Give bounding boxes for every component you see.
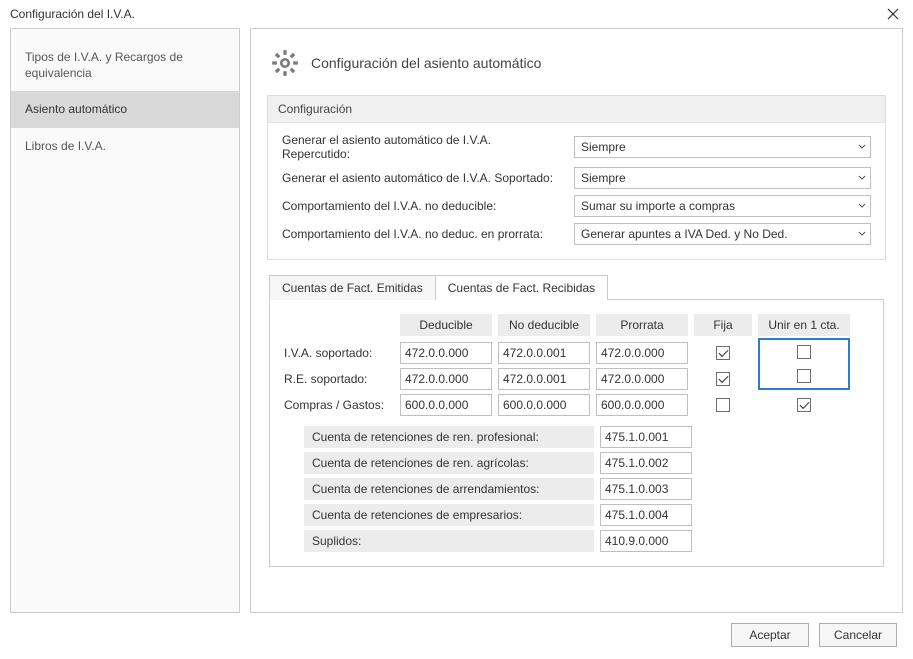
cfg-select-repercutido[interactable]: Siempre	[574, 136, 871, 158]
tab-label: Cuentas de Fact. Emitidas	[282, 281, 423, 295]
col-header-prorrata: Prorrata	[596, 314, 688, 336]
close-icon	[887, 8, 899, 20]
input-ret-agricolas[interactable]: 475.1.0.002	[600, 452, 692, 474]
input-compras-pror[interactable]: 600.0.0.000	[596, 394, 688, 416]
select-value: Siempre	[581, 171, 626, 185]
input-iva-pror[interactable]: 472.0.0.000	[596, 342, 688, 364]
row-label-compras: Compras / Gastos:	[284, 398, 394, 412]
cancel-button[interactable]: Cancelar	[819, 623, 897, 647]
sidebar-item-label: Libros de I.V.A.	[25, 139, 106, 153]
chk-compras-unir[interactable]	[797, 398, 811, 412]
cfg-select-no-deducible[interactable]: Sumar su importe a compras	[574, 195, 871, 217]
cfg-label-no-deducible: Comportamiento del I.V.A. no deducible:	[282, 199, 562, 213]
input-compras-ded[interactable]: 600.0.0.000	[400, 394, 492, 416]
input-ret-profesional[interactable]: 475.1.0.001	[600, 426, 692, 448]
gear-icon	[271, 49, 299, 77]
tab-fact-recibidas[interactable]: Cuentas de Fact. Recibidas	[435, 275, 608, 300]
section-header: Configuración del asiento automático	[267, 43, 886, 95]
ok-button[interactable]: Aceptar	[731, 623, 809, 647]
titlebar: Configuración del I.V.A.	[0, 0, 913, 28]
col-header-fija: Fija	[694, 314, 752, 336]
union-highlight	[758, 338, 850, 390]
input-ret-suplidos[interactable]: 410.9.0.000	[600, 530, 692, 552]
tab-label: Cuentas de Fact. Recibidas	[448, 281, 595, 295]
tabs: Cuentas de Fact. Emitidas Cuentas de Fac…	[267, 274, 886, 567]
chk-re-unir[interactable]	[797, 369, 811, 383]
close-button[interactable]	[883, 6, 903, 22]
window-title: Configuración del I.V.A.	[10, 7, 135, 21]
input-ret-arrendamientos[interactable]: 475.1.0.003	[600, 478, 692, 500]
ret-label-agricolas: Cuenta de retenciones de ren. agrícolas:	[304, 452, 594, 474]
cfg-select-soportado[interactable]: Siempre	[574, 167, 871, 189]
sidebar-item-asiento-automatico[interactable]: Asiento automático	[11, 91, 239, 127]
select-value: Generar apuntes a IVA Ded. y No Ded.	[581, 227, 788, 241]
chevron-down-icon	[858, 202, 866, 210]
chevron-down-icon	[858, 143, 866, 151]
input-compras-noded[interactable]: 600.0.0.000	[498, 394, 590, 416]
cfg-label-repercutido: Generar el asiento automático de I.V.A. …	[282, 133, 562, 161]
input-iva-noded[interactable]: 472.0.0.001	[498, 342, 590, 364]
ret-label-profesional: Cuenta de retenciones de ren. profesiona…	[304, 426, 594, 448]
cfg-label-soportado: Generar el asiento automático de I.V.A. …	[282, 171, 562, 185]
chk-re-fija[interactable]	[716, 372, 730, 386]
row-label-re-soportado: R.E. soportado:	[284, 372, 394, 386]
select-value: Siempre	[581, 140, 626, 154]
col-header-deducible: Deducible	[400, 314, 492, 336]
input-iva-ded[interactable]: 472.0.0.000	[400, 342, 492, 364]
row-label-iva-soportado: I.V.A. soportado:	[284, 346, 394, 360]
content-panel: Configuración del asiento automático Con…	[250, 28, 903, 613]
footer: Aceptar Cancelar	[0, 613, 913, 659]
input-re-pror[interactable]: 472.0.0.000	[596, 368, 688, 390]
cfg-label-prorrata: Comportamiento del I.V.A. no deduc. en p…	[282, 227, 562, 241]
ret-label-empresarios: Cuenta de retenciones de empresarios:	[304, 504, 594, 526]
input-re-noded[interactable]: 472.0.0.001	[498, 368, 590, 390]
sidebar-item-libros-iva[interactable]: Libros de I.V.A.	[11, 128, 239, 164]
ret-label-suplidos: Suplidos:	[304, 530, 594, 552]
sidebar: Tipos de I.V.A. y Recargos de equivalenc…	[10, 28, 240, 613]
input-re-ded[interactable]: 472.0.0.000	[400, 368, 492, 390]
cfg-select-prorrata[interactable]: Generar apuntes a IVA Ded. y No Ded.	[574, 223, 871, 245]
tab-fact-emitidas[interactable]: Cuentas de Fact. Emitidas	[269, 275, 436, 300]
config-group: Configuración Generar el asiento automát…	[267, 95, 886, 260]
select-value: Sumar su importe a compras	[581, 199, 735, 213]
sidebar-item-tipos-iva[interactable]: Tipos de I.V.A. y Recargos de equivalenc…	[11, 39, 239, 91]
sidebar-item-label: Tipos de I.V.A. y Recargos de equivalenc…	[25, 50, 183, 80]
chevron-down-icon	[858, 174, 866, 182]
chk-iva-unir[interactable]	[797, 345, 811, 359]
chevron-down-icon	[858, 230, 866, 238]
chk-compras-fija[interactable]	[716, 398, 730, 412]
col-header-unir: Unir en 1 cta.	[758, 314, 850, 336]
chk-iva-fija[interactable]	[716, 346, 730, 360]
sidebar-item-label: Asiento automático	[25, 102, 127, 116]
input-ret-empresarios[interactable]: 475.1.0.004	[600, 504, 692, 526]
col-header-no-deducible: No deducible	[498, 314, 590, 336]
ret-label-arrendamientos: Cuenta de retenciones de arrendamientos:	[304, 478, 594, 500]
config-group-header: Configuración	[268, 96, 885, 123]
tab-body-recibidas: Deducible No deducible Prorrata Fija Uni…	[269, 299, 884, 567]
section-title: Configuración del asiento automático	[311, 55, 541, 71]
